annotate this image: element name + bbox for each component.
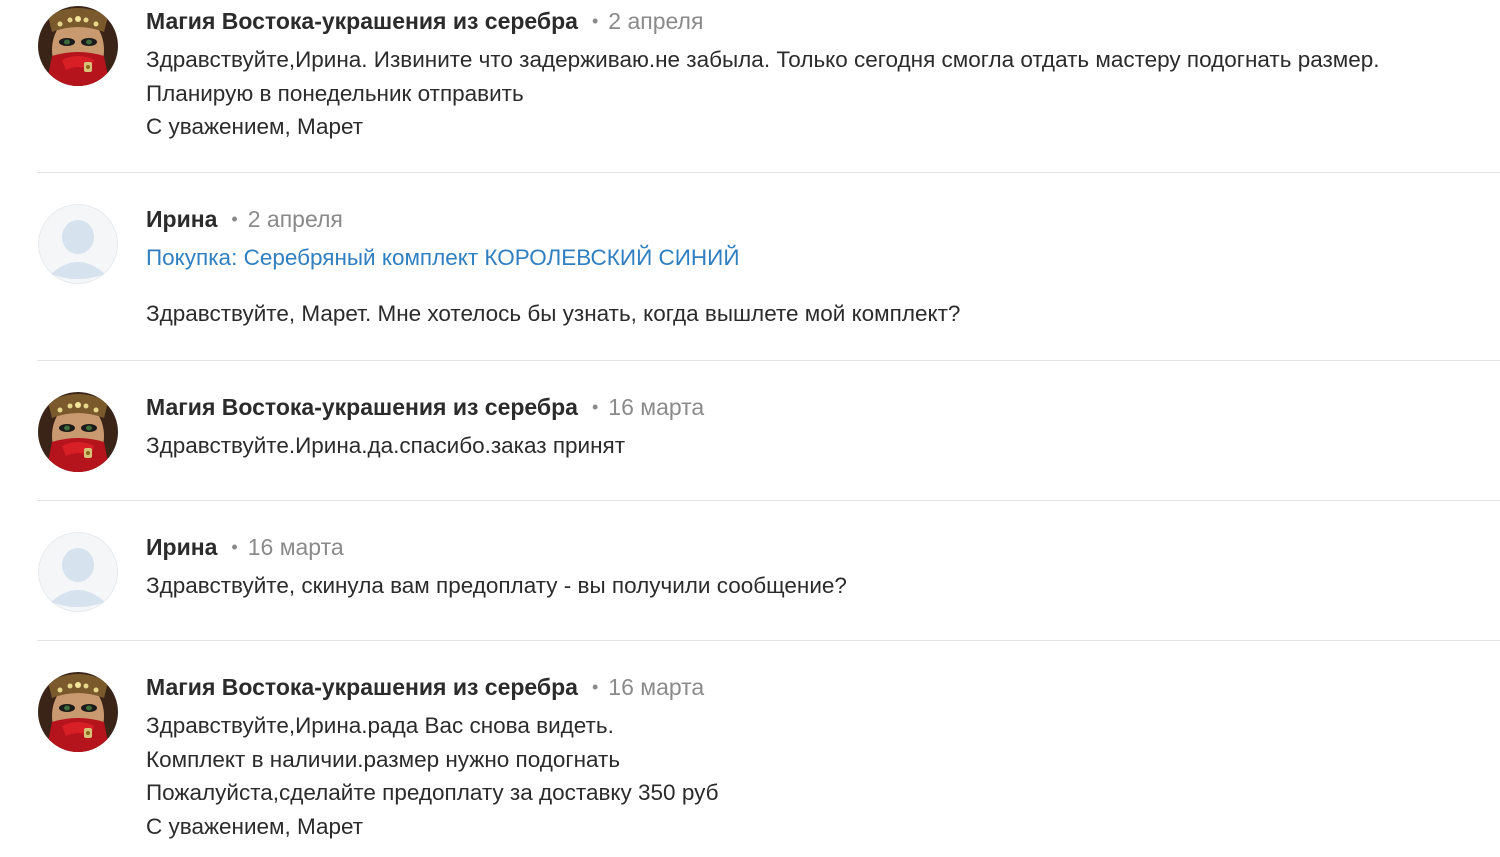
message-meta: Ирина • 16 марта — [146, 532, 1470, 562]
message-meta: Ирина • 2 апреля — [146, 204, 1470, 234]
message-text-line: Здравствуйте, скинула вам предоплату - в… — [146, 573, 847, 598]
meta-separator: • — [591, 397, 599, 417]
message-date: 2 апреля — [247, 206, 343, 232]
message-meta: Магия Востока-украшения из серебра • 16 ма… — [146, 392, 1470, 422]
meta-separator: • — [231, 209, 238, 229]
message-date: 16 марта — [608, 674, 705, 700]
message-meta: Магия Востока-украшения из серебра • 2 апр… — [146, 6, 1470, 36]
message-text-line: Здравствуйте, Марет. Мне хотелось бы узн… — [146, 301, 961, 326]
seller-avatar[interactable] — [38, 6, 118, 86]
message-text-line: С уважением, Марет — [146, 813, 364, 839]
purchase-link[interactable]: Покупка: Серебряный комплект КОРОЛЕВСКИЙ… — [146, 241, 740, 274]
message-text-line: Планирую в понедельник отправить — [146, 80, 524, 106]
message-text-line: Здравствуйте,Ирина.рада Вас снова видеть… — [146, 713, 614, 738]
seller-avatar-image — [38, 392, 118, 472]
default-user-avatar-icon — [38, 204, 118, 284]
message-text-line: С уважением, Марет — [146, 114, 364, 139]
message-text-line: Здравствуйте,Ирина. Извините что задержи… — [146, 47, 1380, 72]
message-text-line: Здравствуйте.Ирина.да.спасибо.заказ прин… — [146, 433, 626, 458]
message-body: Здравствуйте, Марет. Мне хотелось бы узн… — [146, 297, 1470, 331]
message-date: 16 марта — [247, 534, 344, 560]
user-avatar[interactable] — [38, 532, 118, 612]
seller-avatar-image — [38, 672, 118, 752]
seller-avatar-image — [38, 6, 118, 86]
message-divider — [37, 172, 1500, 173]
message-divider — [37, 360, 1500, 361]
message-date: 16 марта — [608, 394, 705, 420]
meta-separator: • — [231, 537, 238, 557]
message-divider — [37, 640, 1500, 641]
message-divider — [37, 500, 1500, 501]
message-body: Здравствуйте, скинула вам предоплату - в… — [146, 569, 1470, 603]
meta-separator: • — [591, 677, 599, 697]
message-meta: Магия Востока-украшения из серебра • 16 ма… — [146, 672, 1470, 702]
author-name[interactable]: Магия Востока-украшения из серебра — [146, 674, 578, 700]
message-body: Здравствуйте,Ирина. Извините что задержи… — [146, 43, 1470, 144]
seller-avatar[interactable] — [38, 672, 118, 752]
author-name[interactable]: Ирина — [146, 206, 217, 232]
message-date: 2 апреля — [608, 8, 704, 34]
message-text-line: Комплект в наличии.размер нужно подогнат… — [146, 746, 621, 772]
message-body: Здравствуйте,Ирина.рада Вас снова видеть… — [146, 709, 1470, 843]
user-avatar[interactable] — [38, 204, 118, 284]
message-body: Здравствуйте.Ирина.да.спасибо.заказ прин… — [146, 429, 1470, 463]
default-user-avatar-icon — [38, 532, 118, 612]
message-thread: Магия Востока-украшения из серебра • 2 апр… — [0, 0, 1500, 857]
author-name[interactable]: Ирина — [146, 534, 217, 560]
author-name[interactable]: Магия Востока-украшения из серебра — [146, 8, 578, 34]
seller-avatar[interactable] — [38, 392, 118, 472]
meta-separator: • — [591, 11, 599, 31]
message-text-line: Пожалуйста,сделайте предоплату за достав… — [146, 780, 719, 805]
author-name[interactable]: Магия Востока-украшения из серебра — [146, 394, 578, 420]
